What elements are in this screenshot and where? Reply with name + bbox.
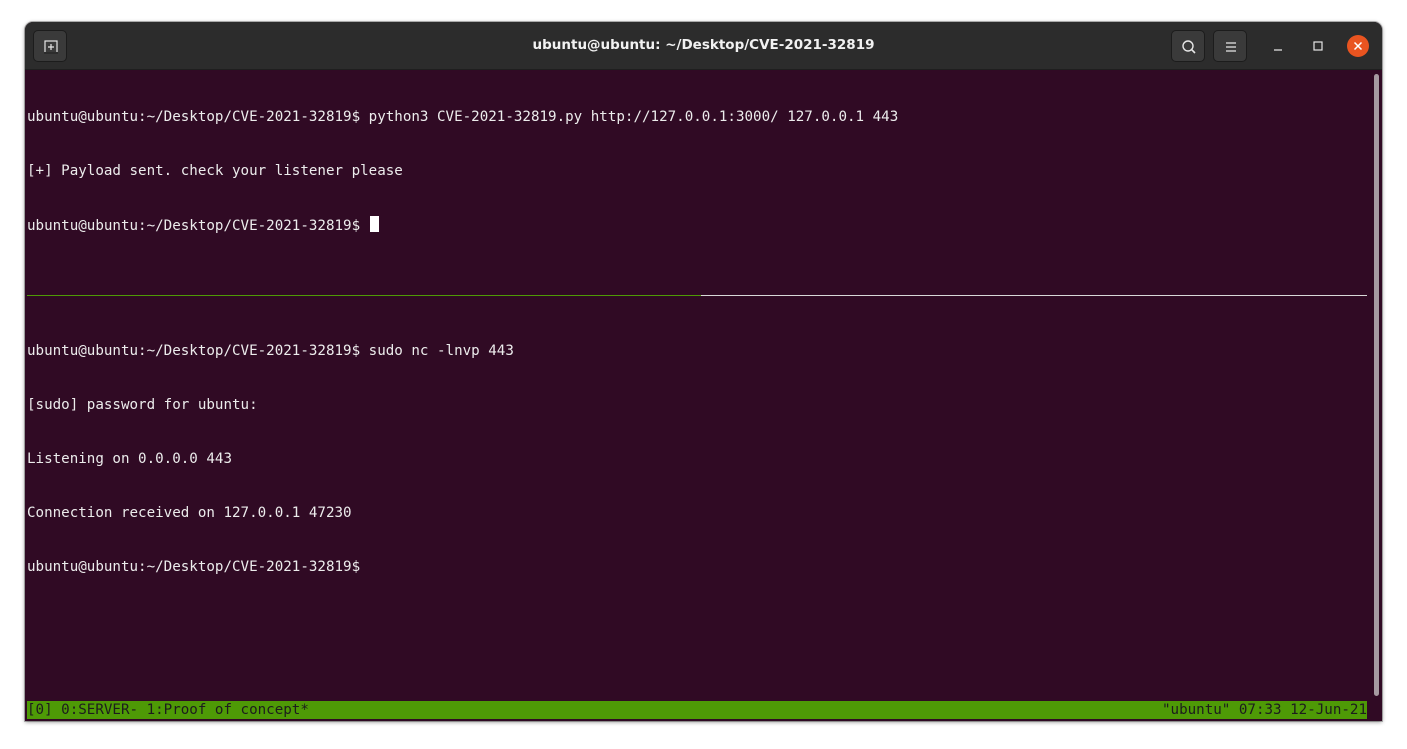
top-pane[interactable]: ubuntu@ubuntu:~/Desktop/CVE-2021-32819$ …: [27, 72, 1367, 270]
terminal-line: ubuntu@ubuntu:~/Desktop/CVE-2021-32819$: [27, 216, 1367, 234]
terminal-line: Connection received on 127.0.0.1 47230: [27, 505, 352, 521]
prompt: ubuntu@ubuntu:~/Desktop/CVE-2021-32819$: [27, 218, 369, 234]
maximize-button[interactable]: [1307, 35, 1329, 57]
text-cursor: [369, 216, 379, 232]
scrollbar-thumb[interactable]: [1374, 74, 1379, 696]
menu-button[interactable]: [1213, 30, 1247, 62]
terminal-line: [+] Payload sent. check your listener pl…: [27, 163, 403, 179]
terminal-line: ubuntu@ubuntu:~/Desktop/CVE-2021-32819$: [27, 559, 361, 575]
tmux-status-bar: [0] 0:SERVER- 1:Proof of concept* "ubunt…: [27, 701, 1367, 719]
terminal-line: ubuntu@ubuntu:~/Desktop/CVE-2021-32819$ …: [27, 109, 899, 125]
close-icon: [1353, 41, 1363, 51]
pane-divider-active[interactable]: [27, 295, 701, 296]
maximize-icon: [1313, 41, 1323, 51]
pane-divider[interactable]: [701, 295, 1367, 296]
hamburger-menu-icon: [1226, 42, 1236, 52]
scrollbar[interactable]: [1371, 70, 1382, 700]
minimize-button[interactable]: [1267, 35, 1289, 57]
close-button[interactable]: [1347, 35, 1369, 57]
tmux-status-info: "ubuntu" 07:33 12-Jun-21: [1162, 702, 1367, 718]
minimize-icon: [1274, 49, 1282, 51]
terminal-line: [sudo] password for ubuntu:: [27, 397, 258, 413]
terminal-line: ubuntu@ubuntu:~/Desktop/CVE-2021-32819$ …: [27, 343, 514, 359]
terminal-line: Listening on 0.0.0.0 443: [27, 451, 232, 467]
search-button[interactable]: [1171, 30, 1205, 62]
bottom-pane[interactable]: ubuntu@ubuntu:~/Desktop/CVE-2021-32819$ …: [27, 306, 1367, 612]
search-icon: [1182, 40, 1196, 54]
tmux-window-list[interactable]: [0] 0:SERVER- 1:Proof of concept*: [27, 701, 309, 719]
title-bar[interactable]: ubuntu@ubuntu: ~/Desktop/CVE-2021-32819: [25, 22, 1382, 70]
terminal-window: ubuntu@ubuntu: ~/Desktop/CVE-2021-32819: [25, 22, 1382, 721]
